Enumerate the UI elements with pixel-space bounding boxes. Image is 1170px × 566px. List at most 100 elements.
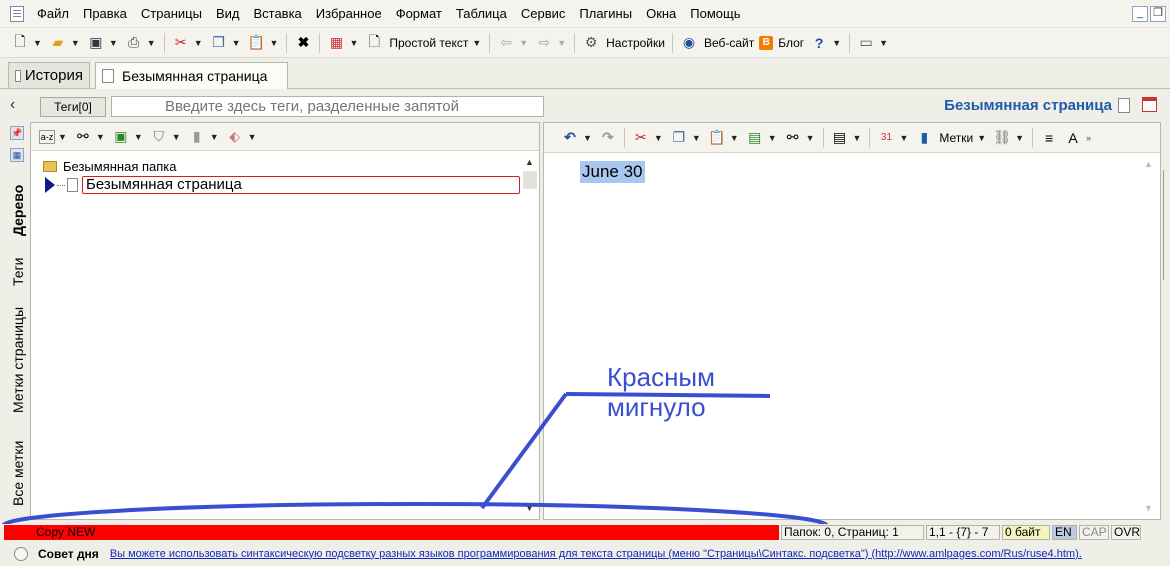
sort-az-icon[interactable]: a-z xyxy=(39,129,55,144)
back-arrow-icon[interactable]: ⇦ xyxy=(496,33,516,53)
tree-page-label[interactable]: Безымянная страница xyxy=(82,176,520,194)
chevron-down-icon[interactable]: ▼ xyxy=(194,38,203,48)
tab-page[interactable]: Безымянная страница xyxy=(95,62,288,89)
menu-favorites[interactable]: Избранное xyxy=(309,0,389,28)
side-hint-tab[interactable] xyxy=(1163,170,1170,280)
chevron-down-icon[interactable]: ▼ xyxy=(977,133,986,143)
text-size-icon[interactable]: A xyxy=(1063,128,1083,148)
menu-service[interactable]: Сервис xyxy=(514,0,573,28)
menu-format[interactable]: Формат xyxy=(389,0,449,28)
paragraph-icon[interactable]: ≡ xyxy=(1039,128,1059,148)
add-page-icon[interactable]: ▣ xyxy=(111,127,131,147)
scroll-down-icon[interactable]: ▼ xyxy=(525,503,534,513)
menu-windows[interactable]: Окна xyxy=(639,0,683,28)
scroll-up-icon[interactable]: ▲ xyxy=(525,157,534,167)
tree-folder[interactable]: Безымянная папка xyxy=(43,157,521,175)
status-lang[interactable]: EN xyxy=(1052,525,1077,540)
chevron-down-icon[interactable]: ▼ xyxy=(248,132,257,142)
delete-icon[interactable]: ✖ xyxy=(293,33,313,53)
save-icon[interactable]: ▣ xyxy=(86,33,106,53)
bookmark-icon[interactable]: ▮ xyxy=(187,127,207,147)
print-icon[interactable]: ⎙ xyxy=(124,33,144,53)
menu-edit[interactable]: Правка xyxy=(76,0,134,28)
redo-icon[interactable]: ↷ xyxy=(598,128,618,148)
chevron-down-icon[interactable]: ▼ xyxy=(349,38,358,48)
tab-page-marks[interactable]: Метки страницы xyxy=(10,298,26,422)
settings-button[interactable]: Настройки xyxy=(606,36,665,50)
chevron-down-icon[interactable]: ▼ xyxy=(270,38,279,48)
collapse-arrow-icon[interactable]: ‹ xyxy=(10,96,15,114)
plain-text-button[interactable]: Простой текст xyxy=(389,36,468,50)
chevron-down-icon[interactable]: ▼ xyxy=(879,38,888,48)
marks-button[interactable]: Метки xyxy=(939,131,973,145)
menu-insert[interactable]: Вставка xyxy=(246,0,308,28)
window-layout-icon[interactable]: ▭ xyxy=(856,33,876,53)
filter-icon[interactable]: ⛉ xyxy=(149,127,169,147)
chevron-down-icon[interactable]: ▼ xyxy=(232,38,241,48)
calendar-icon[interactable]: ▦ xyxy=(326,33,346,53)
tree-page[interactable]: Безымянная страница xyxy=(43,175,521,195)
help-icon[interactable]: ? xyxy=(809,33,829,53)
chevron-down-icon[interactable]: ▼ xyxy=(899,133,908,143)
chevron-down-icon[interactable]: ▼ xyxy=(557,38,566,48)
menu-pages[interactable]: Страницы xyxy=(134,0,209,28)
paste-special-icon[interactable]: ▤ xyxy=(745,128,765,148)
tip-link[interactable]: Вы можете использовать синтаксическую по… xyxy=(110,548,1160,560)
undo-icon[interactable]: ↶ xyxy=(560,128,580,148)
copy-icon[interactable]: ❐ xyxy=(669,128,689,148)
new-page-icon[interactable]: 🗋 xyxy=(10,33,30,53)
website-button[interactable]: Веб-сайт xyxy=(704,36,754,50)
tab-tags[interactable]: Теги xyxy=(10,250,26,294)
chevron-down-icon[interactable]: ▼ xyxy=(832,38,841,48)
chevron-down-icon[interactable]: ▼ xyxy=(692,133,701,143)
menu-table[interactable]: Таблица xyxy=(449,0,514,28)
chevron-down-icon[interactable]: ▼ xyxy=(853,133,862,143)
tab-all-marks[interactable]: Все метки xyxy=(10,428,26,518)
menu-file[interactable]: Файл xyxy=(30,0,76,28)
pin-icon[interactable]: 📌 xyxy=(10,126,24,140)
calendar-icon[interactable]: 31 xyxy=(876,128,896,148)
binoculars-icon[interactable]: ⚯ xyxy=(73,127,93,147)
chevron-down-icon[interactable]: ▼ xyxy=(806,133,815,143)
tab-history[interactable]: История xyxy=(8,62,90,88)
chevron-down-icon[interactable]: ▼ xyxy=(134,132,143,142)
more-icon[interactable]: » xyxy=(1086,133,1091,143)
scroll-up-icon[interactable]: ▲ xyxy=(1144,159,1153,169)
chevron-down-icon[interactable]: ▼ xyxy=(472,38,481,48)
tree-scrollbar[interactable]: ▲ ▼ xyxy=(523,157,537,517)
menu-plugins[interactable]: Плагины xyxy=(572,0,639,28)
chevron-down-icon[interactable]: ▼ xyxy=(210,132,219,142)
chevron-down-icon[interactable]: ▼ xyxy=(768,133,777,143)
link-icon[interactable]: ⛓ xyxy=(992,128,1012,148)
open-folder-icon[interactable]: ▰ xyxy=(48,33,68,53)
minimize-icon[interactable]: _ xyxy=(1132,5,1148,22)
chevron-down-icon[interactable]: ▼ xyxy=(583,133,592,143)
calendar-icon[interactable] xyxy=(1142,97,1157,112)
editor-content[interactable]: June 30 xyxy=(580,161,645,183)
tab-tree[interactable]: Дерево xyxy=(10,174,26,246)
find-icon[interactable]: ⚯ xyxy=(783,128,803,148)
chevron-down-icon[interactable]: ▼ xyxy=(58,132,67,142)
restore-icon[interactable]: ❐ xyxy=(1150,5,1166,22)
chevron-down-icon[interactable]: ▼ xyxy=(1015,133,1024,143)
chevron-down-icon[interactable]: ▼ xyxy=(519,38,528,48)
forward-arrow-icon[interactable]: ⇨ xyxy=(534,33,554,53)
chevron-down-icon[interactable]: ▼ xyxy=(33,38,42,48)
chevron-down-icon[interactable]: ▼ xyxy=(109,38,118,48)
menu-help[interactable]: Помощь xyxy=(683,0,747,28)
scroll-thumb[interactable] xyxy=(523,171,537,189)
chevron-down-icon[interactable]: ▼ xyxy=(96,132,105,142)
cut-icon[interactable]: ✂ xyxy=(171,33,191,53)
document-icon[interactable]: ▤ xyxy=(830,128,850,148)
scroll-down-icon[interactable]: ▼ xyxy=(1144,503,1153,513)
tags-input[interactable] xyxy=(111,96,544,117)
tags-button[interactable]: Теги[0] xyxy=(40,97,106,117)
grid-icon[interactable]: ▦ xyxy=(10,148,24,162)
chevron-down-icon[interactable]: ▼ xyxy=(730,133,739,143)
cut-icon[interactable]: ✂ xyxy=(631,128,651,148)
menu-view[interactable]: Вид xyxy=(209,0,247,28)
editor-scrollbar[interactable]: ▲ ▼ xyxy=(1142,159,1156,515)
tag-icon[interactable]: ⬖ xyxy=(225,127,245,147)
chevron-down-icon[interactable]: ▼ xyxy=(147,38,156,48)
paste-icon[interactable]: 📋 xyxy=(707,128,727,148)
